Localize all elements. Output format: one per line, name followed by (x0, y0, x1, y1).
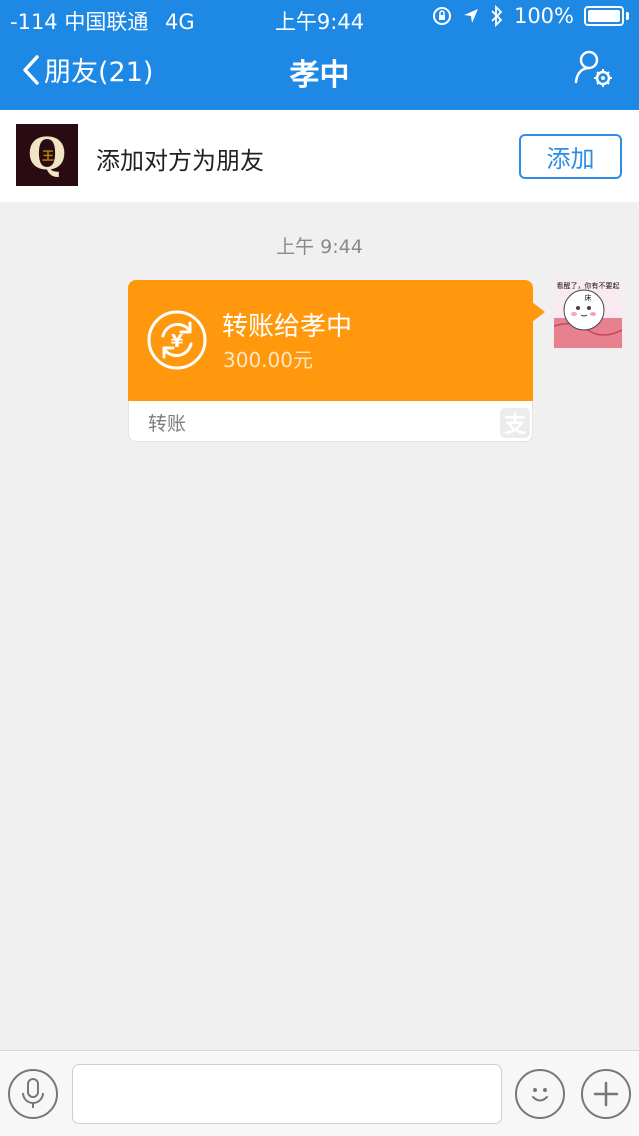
transfer-message[interactable]: ¥ 转账给孝中 300.00元 转账 支 (128, 280, 545, 442)
battery-nub (626, 12, 629, 20)
svg-text:¥: ¥ (171, 331, 184, 352)
input-bar (0, 1050, 639, 1136)
yuan-exchange-icon: ¥ (147, 310, 207, 370)
location-arrow-icon (463, 9, 478, 23)
transfer-footer-label: 转账 (148, 413, 187, 435)
bubble-tail (532, 302, 545, 322)
contact-avatar[interactable]: Q 王 (16, 124, 78, 186)
plus-icon (593, 1081, 619, 1107)
top-bar: -114 中国联通 4G 上午9:44 100% 朋友(21) 孝中 (0, 0, 639, 110)
transfer-card-top: ¥ 转账给孝中 300.00元 (128, 280, 533, 401)
smiley-icon (532, 1088, 548, 1102)
battery-percent: 100% (513, 4, 574, 28)
microphone-icon (22, 1078, 44, 1108)
chevron-left-icon (23, 54, 39, 85)
avatar-badge: 王 (41, 148, 54, 163)
plus-button[interactable] (581, 1069, 631, 1119)
battery-icon (584, 6, 624, 26)
transfer-title: 转账给孝中 (222, 312, 353, 342)
add-friend-prompt: 添加对方为朋友 (96, 147, 264, 175)
message-timestamp: 上午 9:44 (276, 236, 363, 258)
my-avatar[interactable]: 看醒了，你有不要起床 (554, 280, 622, 348)
add-friend-button[interactable]: 添加 (519, 134, 622, 179)
bluetooth-icon (491, 5, 503, 27)
status-bar: -114 中国联通 4G 上午9:44 100% (0, 0, 639, 36)
back-label: 朋友(21) (44, 57, 154, 88)
chat-area[interactable]: 上午 9:44 ¥ 转账给孝中 300.00元 转账 支 看醒了，你有不要起床 (0, 202, 639, 1050)
profile-settings-button[interactable] (573, 48, 615, 90)
nav-bar: 朋友(21) 孝中 (0, 36, 639, 110)
rotation-lock-icon (432, 7, 451, 25)
person-settings-icon (574, 50, 612, 87)
voice-button[interactable] (8, 1069, 58, 1119)
status-right: 100% (432, 4, 629, 28)
avatar-caption: 看醒了，你有不要起床 (556, 282, 620, 302)
back-button[interactable]: 朋友(21) (22, 50, 153, 89)
emoji-button[interactable] (515, 1069, 565, 1119)
message-input[interactable] (72, 1064, 502, 1124)
transfer-amount: 300.00元 (223, 348, 313, 372)
alipay-icon: 支 (500, 408, 530, 438)
transfer-card-footer: 转账 支 (128, 401, 533, 442)
add-friend-bar: Q 王 添加对方为朋友 添加 (0, 110, 639, 202)
